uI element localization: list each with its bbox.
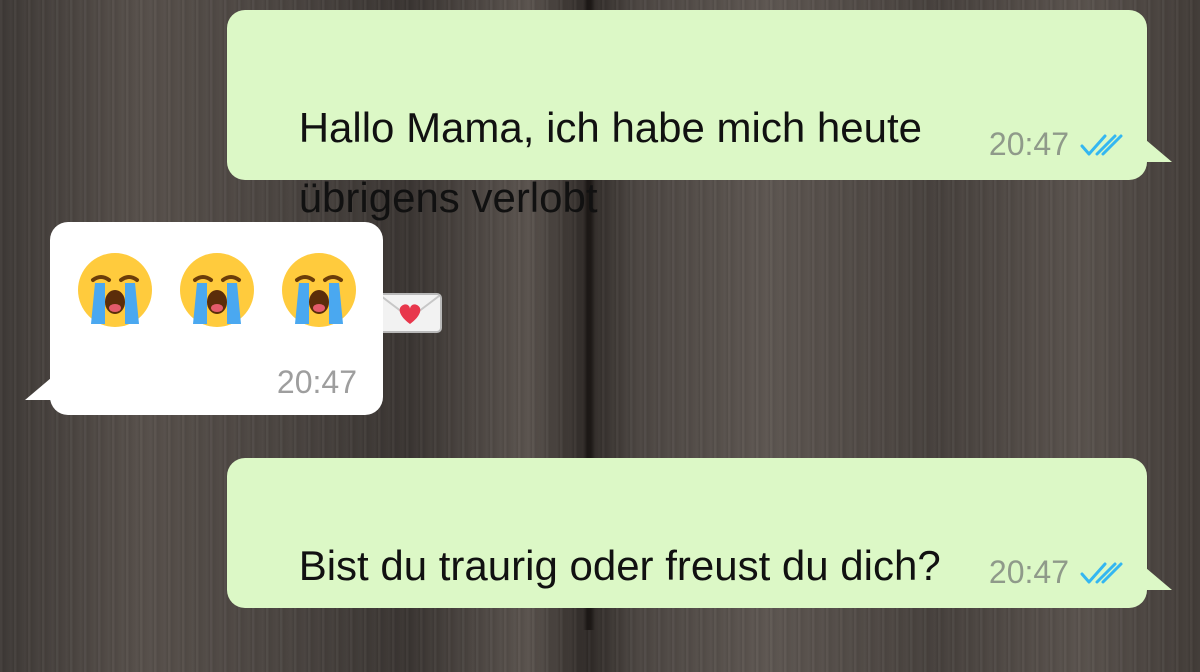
outgoing-message-bubble[interactable]: Hallo Mama, ich habe mich heute übrigens… [227, 10, 1147, 533]
double-check-read-icon [1080, 562, 1123, 583]
message-line-2: übrigens verlobt [298, 174, 598, 221]
outgoing-message-bubble[interactable]: Bist du traurig oder freust du dich? 20:… [227, 458, 1147, 608]
message-meta: 20:47 [277, 364, 357, 401]
message-meta: 20:47 [989, 126, 1125, 163]
loudly-crying-face-icon [282, 253, 356, 327]
loudly-crying-face-icon [180, 253, 254, 327]
bubble-tail [1146, 568, 1172, 590]
bubble-tail [25, 378, 51, 400]
message-text: Bist du traurig oder freust du dich? [252, 476, 941, 656]
double-check-read-icon [1080, 134, 1123, 155]
loudly-crying-face-icon [78, 253, 152, 327]
message-time: 20:47 [988, 554, 1069, 590]
incoming-message-bubble[interactable]: 20:47 [50, 222, 383, 415]
message-time: 20:47 [988, 126, 1069, 162]
bubble-tail [1146, 140, 1172, 162]
message-time: 20:47 [276, 364, 357, 400]
message-meta: 20:47 [989, 554, 1125, 591]
emoji-row [75, 250, 359, 330]
message-line-1: Bist du traurig oder freust du dich? [298, 542, 941, 589]
